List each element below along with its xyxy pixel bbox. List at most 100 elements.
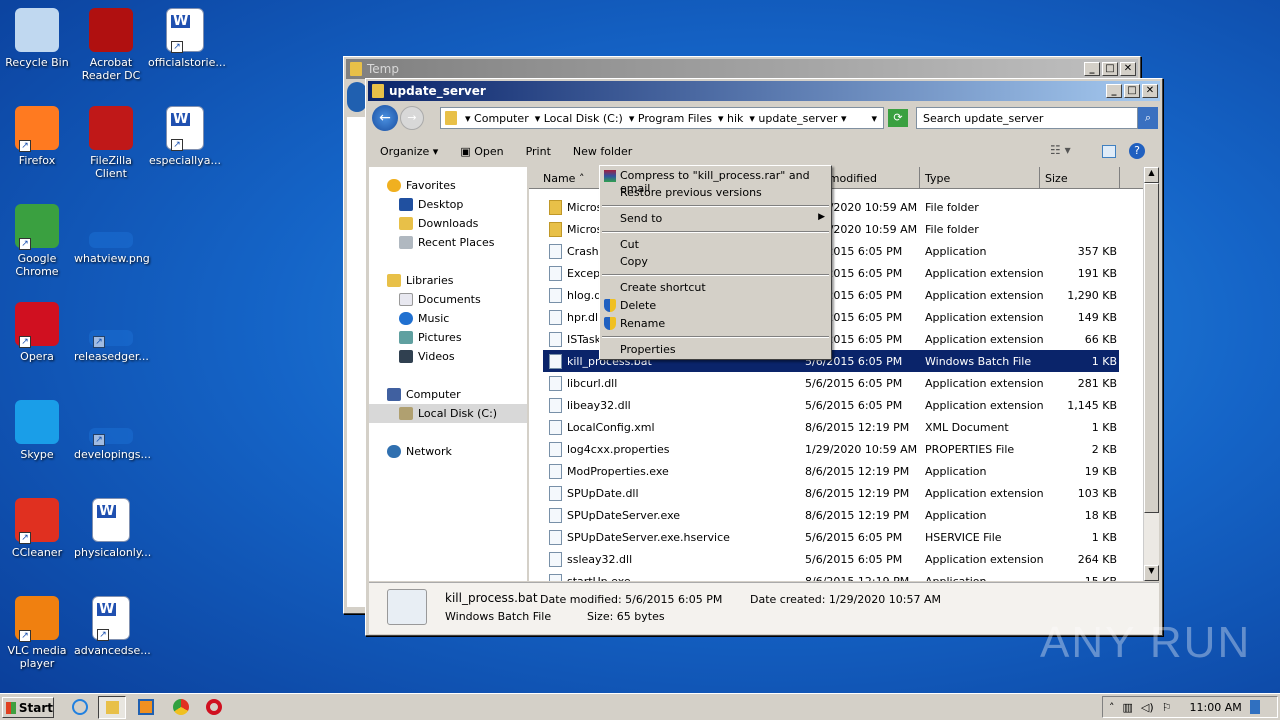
back-button[interactable]: ← — [372, 105, 398, 131]
desktop-icon[interactable]: ↗ VLC media player — [0, 596, 74, 670]
menu-create-shortcut[interactable]: Create shortcut — [620, 281, 706, 294]
menu-cut[interactable]: Cut — [620, 238, 639, 251]
details-date-created: Date created: 1/29/2020 10:57 AM — [750, 593, 942, 606]
nav-pictures[interactable]: Pictures — [399, 331, 462, 344]
file-icon — [549, 309, 562, 325]
nav-favorites[interactable]: Favorites — [387, 179, 456, 192]
ie-icon[interactable] — [72, 699, 88, 715]
desktop-icon[interactable]: ↗ Firefox — [0, 106, 74, 167]
organize-button[interactable]: Organize ▾ — [380, 145, 438, 158]
nav-local-disk[interactable]: Local Disk (C:) — [369, 404, 527, 423]
menu-copy[interactable]: Copy — [620, 255, 648, 268]
maximize-button[interactable]: □ — [1102, 62, 1118, 76]
chrome-icon[interactable] — [173, 699, 189, 715]
desktop-app-icon: ↗ — [15, 302, 59, 348]
breadcrumb-computer[interactable]: ▾ Computer — [465, 112, 529, 125]
print-button[interactable]: Print — [526, 145, 551, 158]
nav-network[interactable]: Network — [387, 445, 452, 458]
file-name: startUp.exe — [567, 574, 631, 582]
desktop-icon-label: advancedse... — [74, 644, 151, 657]
desktop-icon[interactable]: Skype — [0, 400, 74, 461]
nav-downloads[interactable]: Downloads — [399, 217, 478, 230]
breadcrumb-hik[interactable]: ▾ hik — [718, 112, 743, 125]
file-type: Application extension — [925, 310, 1044, 324]
refresh-button[interactable]: ⟳ — [888, 109, 908, 127]
breadcrumb-program-files[interactable]: ▾ Program Files — [629, 112, 712, 125]
breadcrumb-local-disk[interactable]: ▾ Local Disk (C:) — [535, 112, 623, 125]
folder-icon — [350, 62, 362, 76]
flag-icon[interactable]: ⚐ — [1162, 701, 1172, 714]
nav-recent-places[interactable]: Recent Places — [399, 236, 495, 249]
desktop-icon[interactable]: Acrobat Reader DC — [74, 8, 148, 82]
column-type[interactable]: Type — [925, 172, 950, 185]
search-field[interactable]: Search update_server — [916, 107, 1138, 129]
file-row[interactable]: startUp.exe 8/6/2015 12:19 PM Application 1… — [543, 570, 1119, 581]
menu-rename[interactable]: Rename — [620, 317, 665, 330]
forward-button[interactable]: → — [400, 106, 424, 130]
minimize-button[interactable]: _ — [1084, 62, 1100, 76]
desktop-icon[interactable]: ↗ Google Chrome — [0, 204, 74, 278]
opera-icon[interactable] — [206, 699, 222, 715]
show-desktop-button[interactable] — [1249, 700, 1260, 714]
address-dropdown[interactable]: ▾ — [871, 112, 877, 125]
explorer-taskbar-icon[interactable] — [98, 696, 126, 719]
scrollbar-thumb[interactable] — [1144, 183, 1159, 513]
menu-delete[interactable]: Delete — [620, 299, 656, 312]
menu-send-to[interactable]: Send to — [620, 212, 662, 225]
search-icon[interactable]: ⌕ — [1138, 107, 1158, 129]
desktop-icon[interactable]: ↗ releasedger... — [74, 302, 149, 363]
desktop-icon[interactable]: W ↗ officialstorie... — [148, 8, 226, 69]
file-row[interactable]: SPUpDate.dll 8/6/2015 12:19 PM Application… — [543, 482, 1119, 504]
desktop-icon[interactable]: whatview.png — [74, 204, 150, 265]
menu-restore-previous-versions[interactable]: Restore previous versions — [620, 186, 762, 199]
help-icon[interactable]: ? — [1129, 143, 1145, 159]
desktop-icon[interactable]: ↗ CCleaner — [0, 498, 74, 559]
open-button[interactable]: ▣ Open — [460, 145, 503, 158]
nav-desktop[interactable]: Desktop — [399, 198, 463, 211]
preview-pane-icon[interactable] — [1102, 145, 1116, 158]
file-row[interactable]: ssleay32.dll 5/6/2015 6:05 PM Application … — [543, 548, 1119, 570]
desktop-icon[interactable]: Recycle Bin — [0, 8, 74, 69]
nav-computer[interactable]: Computer — [387, 388, 461, 401]
maximize-button[interactable]: □ — [1124, 84, 1140, 98]
folder-icon — [372, 84, 384, 98]
close-button[interactable]: ✕ — [1120, 62, 1136, 76]
volume-icon[interactable]: ◁) — [1141, 701, 1154, 714]
view-options-icon[interactable]: ☷ ▾ — [1050, 143, 1071, 157]
close-button[interactable]: ✕ — [1142, 84, 1158, 98]
nav-music[interactable]: Music — [399, 312, 449, 325]
file-row[interactable]: SPUpDateServer.exe.hservice 5/6/2015 6:05… — [543, 526, 1119, 548]
file-icon — [549, 375, 562, 391]
desktop-icon[interactable]: FileZilla Client — [74, 106, 148, 180]
minimize-button[interactable]: _ — [1106, 84, 1122, 98]
clock[interactable]: 11:00 AM — [1190, 701, 1242, 714]
address-bar[interactable]: ▾ Computer ▾ Local Disk (C:) ▾ Program F… — [440, 107, 884, 129]
network-icon[interactable]: ▥ — [1123, 701, 1133, 714]
show-hidden-icons[interactable]: ˄ — [1109, 701, 1115, 714]
desktop-icon[interactable]: W ↗ especiallya... — [148, 106, 222, 167]
file-row[interactable]: ModProperties.exe 8/6/2015 12:19 PM Applic… — [543, 460, 1119, 482]
start-button[interactable]: Start — [2, 697, 54, 718]
file-date: 8/6/2015 12:19 PM — [805, 574, 910, 582]
desktop-icon[interactable]: ↗ Opera — [0, 302, 74, 363]
vertical-scrollbar[interactable]: ▲ ▼ — [1143, 167, 1159, 581]
file-row[interactable]: LocalConfig.xml 8/6/2015 12:19 PM XML Docu… — [543, 416, 1119, 438]
breadcrumb-update-server[interactable]: ▾ update_server ▾ — [749, 112, 846, 125]
media-player-icon[interactable] — [138, 699, 154, 715]
nav-documents[interactable]: Documents — [399, 293, 481, 306]
file-row[interactable]: libcurl.dll 5/6/2015 6:05 PM Application e… — [543, 372, 1119, 394]
desktop-icon[interactable]: Wphysicalonly... — [74, 498, 151, 559]
new-folder-button[interactable]: New folder — [573, 145, 632, 158]
desktop-icon[interactable]: W ↗ advancedse... — [74, 596, 151, 657]
menu-properties[interactable]: Properties — [620, 343, 676, 356]
file-row[interactable]: libeay32.dll 5/6/2015 6:05 PM Application … — [543, 394, 1119, 416]
file-name: log4cxx.properties — [567, 442, 670, 456]
file-row[interactable]: SPUpDateServer.exe 8/6/2015 12:19 PM Appli… — [543, 504, 1119, 526]
file-row[interactable]: log4cxx.properties 1/29/2020 10:59 AM PROP… — [543, 438, 1119, 460]
nav-libraries[interactable]: Libraries — [387, 274, 454, 287]
column-name[interactable]: Name ˄ — [543, 172, 584, 185]
desktop-icon[interactable]: ↗ developings... — [74, 400, 151, 461]
desktop-app-icon — [15, 400, 59, 444]
column-size[interactable]: Size — [1045, 172, 1068, 185]
nav-videos[interactable]: Videos — [399, 350, 455, 363]
